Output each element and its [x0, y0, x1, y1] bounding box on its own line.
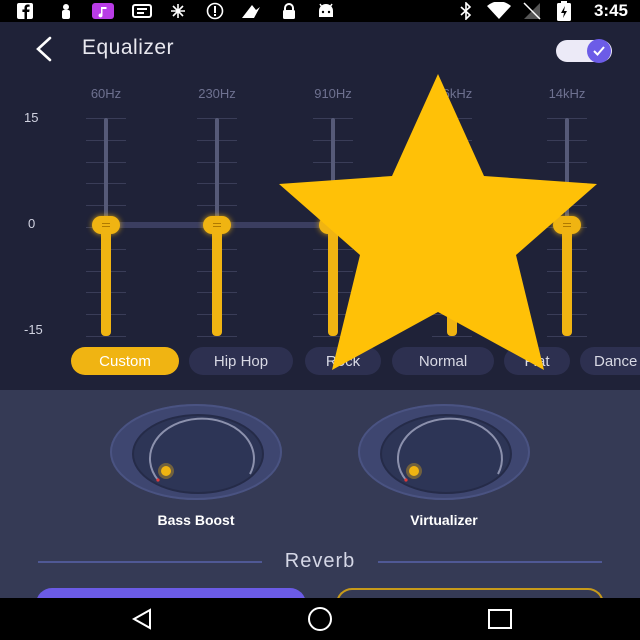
gym-icon [58, 3, 74, 19]
no-signal-icon [522, 2, 542, 20]
bass-boost-label: Bass Boost [157, 512, 235, 528]
page-title: Equalizer [82, 36, 175, 59]
frequency-label: 230Hz [198, 86, 236, 101]
wifi-icon [486, 2, 512, 19]
equalizer-toggle[interactable] [556, 39, 612, 63]
band-fill [101, 225, 111, 336]
band-slider-thumb[interactable] [203, 216, 231, 234]
chat-icon [132, 3, 152, 19]
db-label-top: 15 [24, 110, 39, 125]
knob-arc [396, 417, 503, 482]
band-fill [212, 225, 222, 336]
android-icon [316, 3, 336, 19]
nav-back-icon[interactable] [128, 606, 156, 632]
bluetooth-icon [458, 2, 474, 20]
alert-icon [206, 2, 224, 20]
check-icon [587, 39, 611, 63]
knob-arc [148, 417, 255, 482]
grid-tick [86, 336, 126, 337]
navigation-bar [0, 598, 640, 640]
fair-icon [240, 3, 264, 19]
virtualizer-label: Virtualizer [410, 512, 478, 528]
back-arrow-icon[interactable] [32, 34, 58, 64]
db-label-bottom: -15 [24, 322, 43, 337]
bass-boost-knob[interactable] [110, 404, 282, 504]
virtualizer-knob[interactable] [358, 404, 530, 504]
grid-tick [197, 336, 237, 337]
nav-home-icon[interactable] [306, 606, 334, 632]
lock-icon [282, 3, 296, 19]
battery-charging-icon [556, 1, 572, 21]
status-bar: 3:45 [0, 0, 640, 22]
db-label-middle: 0 [28, 216, 36, 231]
preset-custom[interactable]: Custom [71, 347, 179, 375]
music-icon [92, 3, 114, 19]
sync-icon [170, 3, 186, 19]
nav-recents-icon[interactable] [486, 606, 514, 632]
effects-panel: Bass Boost Virtualizer Reverb [0, 390, 640, 618]
facebook-icon [16, 3, 34, 19]
status-time: 3:45 [593, 1, 628, 20]
frequency-label: 60Hz [90, 86, 122, 101]
divider [378, 561, 602, 563]
band-slider-thumb[interactable] [92, 216, 120, 234]
star-icon [279, 74, 597, 370]
